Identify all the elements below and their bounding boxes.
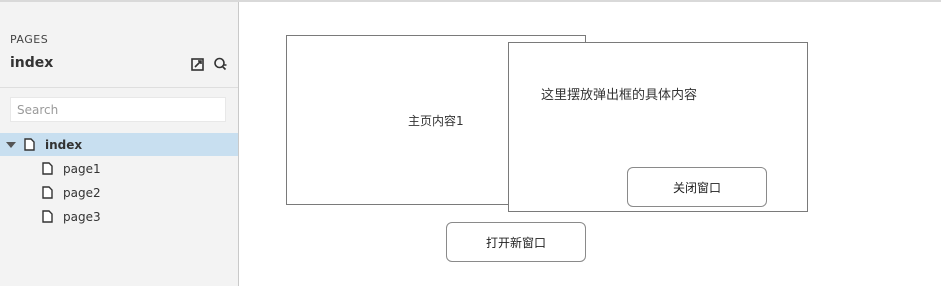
tree-item-label: index xyxy=(45,137,83,152)
popup-content-text: 这里摆放弹出框的具体内容 xyxy=(541,88,698,103)
page-icon xyxy=(24,138,35,151)
pages-section-label: PAGES xyxy=(10,33,49,46)
page-options-icon[interactable] xyxy=(213,56,228,71)
tree-item-label: page3 xyxy=(63,209,101,224)
expand-caret-icon[interactable] xyxy=(6,141,16,148)
tree-item-label: page1 xyxy=(63,161,101,176)
tree-item-page3[interactable]: page3 xyxy=(0,205,238,228)
tree-item-label: page2 xyxy=(63,185,101,200)
page-icon xyxy=(42,186,53,199)
design-canvas: 主页内容1 这里摆放弹出框的具体内容 关闭窗口 打开新窗口 xyxy=(239,2,941,286)
tree-item-page1[interactable]: page1 xyxy=(0,157,238,180)
close-window-button[interactable]: 关闭窗口 xyxy=(627,167,767,207)
main-content-text: 主页内容1 xyxy=(408,114,464,128)
search-box xyxy=(10,97,226,122)
sidebar-divider xyxy=(0,87,238,88)
open-new-window-button[interactable]: 打开新窗口 xyxy=(446,222,586,262)
page-icon xyxy=(42,210,53,223)
tree-item-page2[interactable]: page2 xyxy=(0,181,238,204)
popup-dialog: 这里摆放弹出框的具体内容 关闭窗口 xyxy=(508,42,808,212)
current-page-title: index xyxy=(10,55,54,71)
tree-item-index[interactable]: index xyxy=(0,133,238,156)
search-input[interactable] xyxy=(10,97,226,122)
add-folder-icon[interactable] xyxy=(190,56,205,71)
pages-sidebar: PAGES index index page1 xyxy=(0,2,239,286)
page-icon xyxy=(42,162,53,175)
